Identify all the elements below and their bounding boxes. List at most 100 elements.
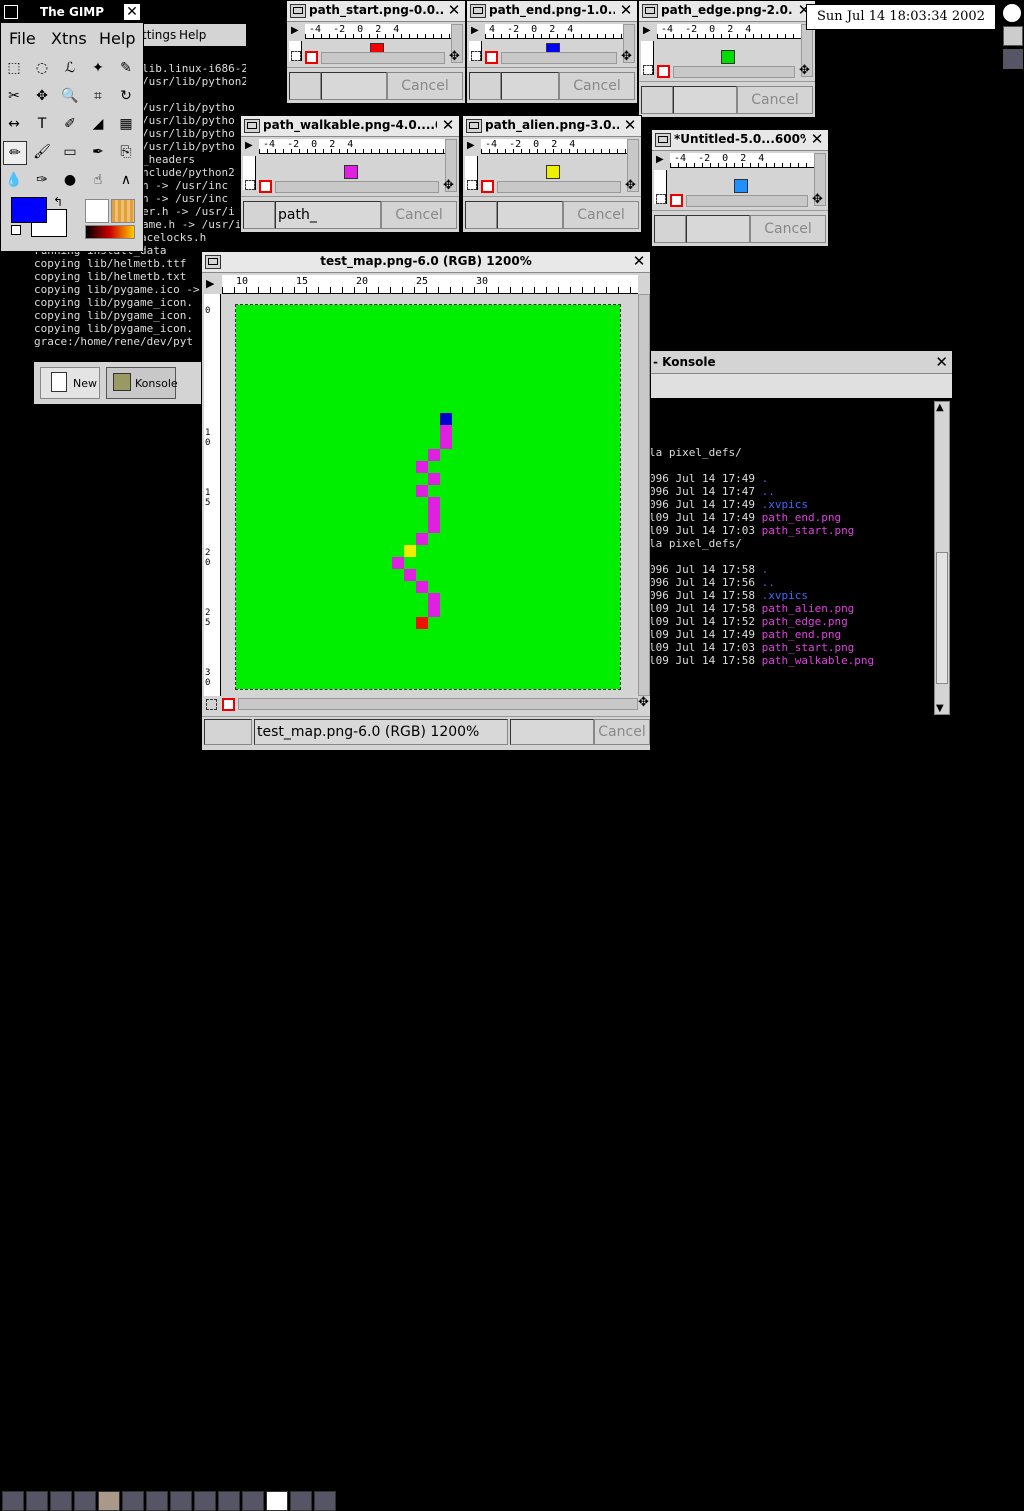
quickmask-off-icon[interactable] — [291, 51, 301, 61]
taskbar-icon[interactable] — [98, 1491, 120, 1511]
ellipse-select-tool-icon[interactable]: ◌ — [31, 57, 53, 79]
quickmask-off-icon[interactable] — [245, 180, 255, 190]
quickmask-on-icon[interactable] — [305, 51, 318, 64]
navigate-icon[interactable]: ✥ — [638, 696, 649, 709]
konsole-session-button[interactable]: Konsole — [106, 367, 178, 399]
navigate-icon[interactable]: ✥ — [449, 50, 460, 63]
quickmask-on-icon[interactable] — [485, 51, 498, 64]
quickmask-off-icon[interactable] — [643, 65, 653, 75]
gimp-menu-button[interactable] — [4, 5, 18, 19]
menu-arrow-icon[interactable]: ▶ — [471, 25, 479, 36]
transform-tool-icon[interactable]: ↻ — [115, 85, 137, 107]
main-image-window[interactable]: test_map.png-6.0 (RGB) 1200% ✕ ▶ 10 15 2… — [201, 251, 651, 751]
crop-tool-icon[interactable]: ⌗ — [87, 85, 109, 107]
menu-arrow-icon[interactable]: ▶ — [643, 25, 651, 36]
scroll-down-icon[interactable]: ▼ — [936, 703, 944, 714]
smudge-tool-icon[interactable]: ☝ — [87, 169, 109, 191]
quickmask-off-icon[interactable] — [471, 51, 481, 61]
window-menu-icon[interactable] — [466, 119, 482, 133]
flip-tool-icon[interactable]: ↔ — [3, 113, 25, 135]
menu-xtns[interactable]: Xtns — [51, 29, 87, 48]
konsole-close-icon[interactable]: ✕ — [935, 353, 948, 371]
move-tool-icon[interactable]: ✥ — [31, 85, 53, 107]
window-menu-icon[interactable] — [244, 119, 260, 133]
fg-color-swatch[interactable] — [11, 197, 47, 223]
image-canvas[interactable] — [222, 294, 638, 696]
window-menu-icon[interactable] — [655, 133, 671, 147]
navigate-icon[interactable]: ✥ — [621, 50, 632, 63]
bucket-fill-tool-icon[interactable]: ◢ — [87, 113, 109, 135]
taskbar-icon[interactable] — [122, 1491, 144, 1511]
swap-colors-icon[interactable]: ↰ — [53, 195, 63, 209]
pattern-preview[interactable] — [111, 199, 135, 223]
window-menu-icon[interactable] — [470, 4, 486, 18]
konsole-window[interactable]: - Konsole ✕ la pixel_defs/096 Jul 14 17:… — [648, 350, 953, 752]
taskbar-icon[interactable] — [218, 1491, 240, 1511]
clone-tool-icon[interactable]: ⎘ — [115, 141, 137, 163]
dock-icon-terminal[interactable] — [1003, 26, 1023, 46]
horizontal-ruler[interactable]: -4 -2 0 2 4 — [670, 153, 814, 168]
horizontal-scrollbar[interactable] — [275, 181, 439, 193]
brush-preview[interactable] — [85, 199, 109, 223]
taskbar-icon[interactable] — [26, 1491, 48, 1511]
free-select-tool-icon[interactable]: ℒ — [59, 57, 81, 79]
gimp-close-icon[interactable]: ✕ — [124, 4, 140, 20]
navigate-icon[interactable]: ✥ — [812, 193, 823, 206]
window-menu-icon[interactable] — [205, 255, 221, 269]
menu-help[interactable]: Help — [179, 28, 206, 42]
image-window-4[interactable]: path_alien.png-3.0... ✕ ▶ -4 -2 0 2 4 ✥ Cance… — [462, 115, 642, 233]
taskbar-icon[interactable] — [170, 1491, 192, 1511]
navigate-icon[interactable]: ✥ — [799, 64, 810, 77]
horizontal-scrollbar[interactable] — [686, 195, 808, 207]
cancel-button[interactable]: Cancel — [737, 86, 813, 114]
navigate-icon[interactable]: ✥ — [443, 179, 454, 192]
menu-file[interactable]: File — [9, 29, 36, 48]
bezier-select-tool-icon[interactable]: ✎ — [115, 57, 137, 79]
quickmask-on-icon[interactable] — [259, 180, 272, 193]
horizontal-ruler[interactable]: -4 -2 0 2 4 — [481, 139, 627, 154]
horizontal-scrollbar[interactable] — [497, 181, 621, 193]
horizontal-ruler[interactable]: -4 -2 0 2 4 — [305, 24, 451, 39]
scissors-tool-icon[interactable]: ✂ — [3, 85, 25, 107]
menu-arrow-icon[interactable]: ▶ — [656, 154, 664, 165]
quickmask-on-icon[interactable] — [670, 194, 683, 207]
close-icon[interactable]: ✕ — [446, 3, 462, 18]
close-icon[interactable]: ✕ — [618, 3, 634, 18]
pencil-tool-icon[interactable]: ✏ — [3, 141, 27, 165]
measure-tool-icon[interactable]: ∧ — [115, 169, 137, 191]
horizontal-ruler[interactable]: -4 -2 0 2 4 — [657, 24, 801, 39]
zoom-tool-icon[interactable]: 🔍 — [59, 85, 81, 107]
taskbar-icon[interactable] — [266, 1491, 288, 1511]
taskbar-icon[interactable] — [290, 1491, 312, 1511]
text-tool-icon[interactable]: T — [31, 113, 53, 135]
menu-arrow-icon[interactable]: ▶ — [467, 140, 475, 151]
image-window-1[interactable]: path_end.png-1.0... ✕ ▶ 4 -2 0 2 4 ✥ Cancel — [466, 0, 638, 104]
fuzzy-select-tool-icon[interactable]: ✦ — [87, 57, 109, 79]
convolve-tool-icon[interactable]: 💧 — [3, 169, 25, 191]
taskbar-icon[interactable] — [146, 1491, 168, 1511]
dodge-tool-icon[interactable]: ● — [59, 169, 81, 191]
horizontal-ruler[interactable]: -4 -2 0 2 4 — [259, 139, 445, 154]
menu-help[interactable]: Help — [99, 29, 135, 48]
horizontal-scrollbar[interactable] — [321, 52, 445, 64]
dock-icon-moon[interactable] — [1003, 4, 1021, 22]
quickmask-on-icon[interactable] — [481, 180, 494, 193]
taskbar-icon[interactable] — [194, 1491, 216, 1511]
scrollbar-thumb[interactable] — [936, 552, 948, 684]
image-window-5[interactable]: *Untitled-5.0...600% ✕ ▶ -4 -2 0 2 4 ✥ Cancel — [651, 129, 829, 247]
taskbar-icon[interactable] — [74, 1491, 96, 1511]
navigate-icon[interactable]: ✥ — [625, 179, 636, 192]
cancel-button[interactable]: Cancel — [563, 201, 639, 229]
menu-settings[interactable]: ttings — [142, 28, 176, 42]
horizontal-scrollbar[interactable] — [673, 66, 795, 78]
close-icon[interactable]: ✕ — [809, 132, 825, 147]
close-icon[interactable]: ✕ — [631, 254, 647, 269]
taskbar-icon[interactable] — [50, 1491, 72, 1511]
gradient-preview[interactable] — [85, 225, 135, 239]
horizontal-scrollbar[interactable] — [238, 698, 638, 710]
taskbar-icon[interactable] — [242, 1491, 264, 1511]
close-icon[interactable]: ✕ — [440, 118, 456, 133]
scroll-up-icon[interactable]: ▲ — [936, 402, 944, 413]
rect-select-tool-icon[interactable]: ⬚ — [3, 57, 25, 79]
gimp-toolbox[interactable]: The GIMP ✕ File Xtns Help ⬚ ◌ ℒ ✦ ✎ ✂ ✥ 🔍 ⌗ ↻ ↔ T ✐ ◢… — [0, 0, 144, 252]
